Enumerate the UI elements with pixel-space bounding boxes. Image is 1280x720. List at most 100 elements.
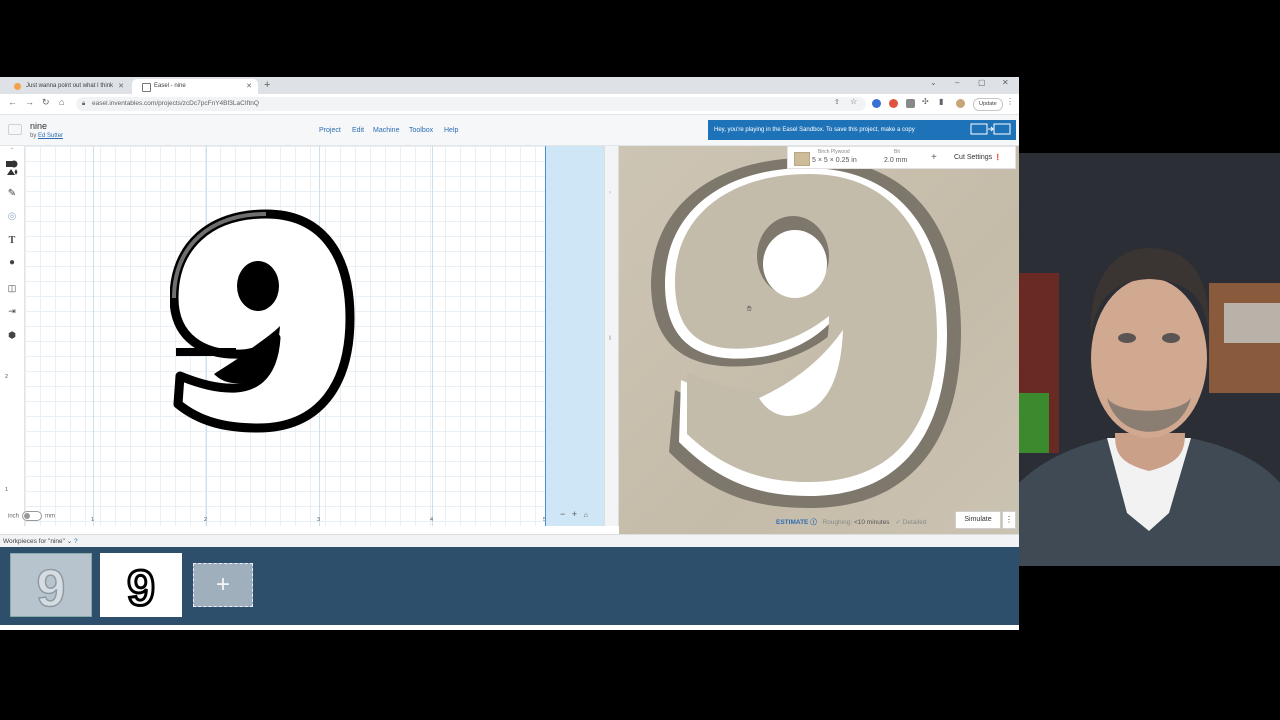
window-bottom-edge bbox=[0, 625, 1019, 630]
more-options-icon[interactable]: ⋮ bbox=[1002, 511, 1016, 529]
bit-label: Bit bbox=[894, 149, 900, 155]
ruler-x-label: 3 bbox=[317, 517, 321, 523]
address-bar[interactable]: 🔒︎ easel.inventables.com/projects/zcDc7p… bbox=[76, 97, 866, 111]
cut-settings-label: Cut Settings bbox=[954, 154, 993, 161]
extension-icon[interactable] bbox=[889, 99, 898, 108]
tab-label: Easel - nine bbox=[154, 83, 186, 89]
easel-logo-icon[interactable] bbox=[8, 124, 22, 135]
restore-icon[interactable]: ▢ bbox=[978, 78, 986, 87]
import-icon[interactable]: ⇥ bbox=[5, 306, 19, 317]
avatar[interactable] bbox=[956, 99, 965, 108]
collapse-icon[interactable]: ⌃ bbox=[5, 147, 19, 154]
home-icon[interactable]: ⌂ bbox=[59, 97, 64, 107]
roughing-time: <10 minutes bbox=[853, 519, 890, 526]
side-panel-icon[interactable]: ▮ bbox=[939, 97, 943, 106]
pane-splitter[interactable]: › ‖ bbox=[604, 146, 619, 526]
add-workpiece-button[interactable]: + bbox=[193, 563, 253, 607]
svg-text:9: 9 bbox=[127, 560, 155, 615]
cut-settings-button[interactable]: Cut Settings ❗ bbox=[954, 154, 1002, 161]
bookmark-star-icon[interactable]: ☆ bbox=[850, 97, 857, 106]
extension-icon[interactable] bbox=[872, 99, 881, 108]
new-tab-icon[interactable]: + bbox=[264, 79, 270, 91]
simulate-button[interactable]: Simulate bbox=[955, 511, 1001, 529]
tab-favicon-icon bbox=[14, 83, 21, 90]
zoom-fit-icon[interactable]: ⌂ bbox=[584, 512, 588, 519]
chevron-down-icon[interactable]: ⌄ bbox=[67, 538, 72, 545]
url-text: easel.inventables.com/projects/zcDc7pcFn… bbox=[92, 100, 259, 107]
material-swatch[interactable] bbox=[794, 152, 810, 166]
webcam-person-image bbox=[1019, 153, 1280, 566]
update-button[interactable]: Update bbox=[973, 98, 1003, 111]
roughing-label: Roughing: bbox=[822, 519, 853, 526]
close-tab-icon[interactable]: ✕ bbox=[246, 79, 252, 94]
text-icon[interactable]: T bbox=[5, 235, 19, 246]
thumbnail-nine-glyph: 9 bbox=[36, 559, 66, 619]
share-icon[interactable]: ⇪ bbox=[834, 98, 840, 106]
pen-icon[interactable]: ✎ bbox=[5, 188, 19, 199]
menu-toolbox[interactable]: Toolbox bbox=[409, 127, 433, 134]
browser-menu-icon[interactable]: ⋮ bbox=[1006, 97, 1014, 106]
cube-icon[interactable]: ⬢ bbox=[5, 330, 19, 341]
reload-icon[interactable]: ↻ bbox=[42, 97, 50, 108]
menu-machine[interactable]: Machine bbox=[373, 127, 399, 134]
forward-icon[interactable]: → bbox=[25, 97, 34, 107]
add-bit-icon[interactable]: + bbox=[931, 152, 937, 163]
close-window-icon[interactable]: ✕ bbox=[1002, 78, 1009, 87]
workpieces-label-text: Workpieces for "nine" bbox=[3, 538, 65, 545]
preview-nine-carved bbox=[651, 158, 961, 508]
ruler-y-label: 1 bbox=[5, 487, 9, 493]
minimize-icon[interactable]: – bbox=[955, 78, 959, 87]
zoom-in-icon[interactable]: + bbox=[572, 509, 577, 519]
copy-project-icon bbox=[970, 123, 1011, 135]
layers-icon[interactable]: ◫ bbox=[5, 283, 19, 294]
tab-favicon-icon bbox=[142, 83, 151, 92]
unit-toggle[interactable]: inch mm bbox=[8, 511, 55, 521]
splitter-arrow-icon: › bbox=[609, 190, 611, 196]
shapes-icon[interactable] bbox=[5, 160, 19, 179]
close-tab-icon[interactable]: ✕ bbox=[118, 79, 124, 94]
menu-edit[interactable]: Edit bbox=[352, 127, 364, 134]
material-size[interactable]: 5 × 5 × 0.25 in bbox=[812, 157, 857, 164]
app-header: nine by Ed Sutter Project Edit Machine T… bbox=[0, 115, 1019, 146]
design-toolbar: ⌃ ✎ ◎ T ● ◫ ⇥ ⬢ bbox=[0, 146, 25, 526]
svg-text:9: 9 bbox=[37, 560, 66, 616]
project-title[interactable]: nine bbox=[30, 121, 47, 131]
tab-youtube[interactable]: Just wanna point out what I think ✕ bbox=[4, 79, 130, 94]
extensions-puzzle-icon[interactable]: ✣ bbox=[922, 97, 929, 106]
check-icon: ✓ bbox=[895, 519, 901, 526]
cut-preview[interactable]: ✋︎ bbox=[619, 146, 1019, 534]
info-icon[interactable]: ⓘ bbox=[810, 519, 817, 526]
target-icon[interactable]: ◎ bbox=[5, 211, 19, 222]
splitter-grip-icon: ‖ bbox=[609, 336, 612, 342]
detailed-label: Detailed bbox=[902, 519, 927, 526]
tab-easel[interactable]: Easel - nine ✕ bbox=[132, 79, 258, 94]
apple-icon[interactable]: ● bbox=[5, 257, 19, 268]
grid-line bbox=[432, 146, 433, 526]
webcam-overlay bbox=[1019, 153, 1280, 566]
zoom-out-icon[interactable]: − bbox=[560, 509, 565, 519]
back-icon[interactable]: ← bbox=[8, 97, 17, 107]
unit-switch[interactable] bbox=[22, 511, 43, 521]
browser-toolbar: ← → ↻ ⌂ 🔒︎ easel.inventables.com/project… bbox=[0, 94, 1019, 115]
menu-project[interactable]: Project bbox=[319, 127, 341, 134]
zoom-controls: − + ⌂ bbox=[560, 509, 588, 519]
author-link[interactable]: Ed Sutter bbox=[38, 133, 63, 139]
estimate-label[interactable]: ESTIMATE bbox=[776, 519, 808, 526]
extension-icon[interactable] bbox=[906, 99, 915, 108]
menu-help[interactable]: Help bbox=[444, 127, 458, 134]
design-canvas[interactable]: 1 2 3 4 5 2 1 bbox=[5, 146, 546, 526]
material-name: Birch Plywood bbox=[818, 149, 850, 155]
grid-line bbox=[93, 146, 94, 526]
design-nine-glyph[interactable] bbox=[170, 208, 360, 434]
tab-search-icon[interactable]: ⌄ bbox=[930, 78, 937, 87]
workpiece-thumbnail-active[interactable]: 9 bbox=[100, 553, 182, 618]
workpieces-label[interactable]: Workpieces for "nine" ⌄ ? bbox=[3, 537, 78, 545]
tab-label: Just wanna point out what I think bbox=[26, 83, 114, 89]
material-settings-bar[interactable]: Birch Plywood 5 × 5 × 0.25 in Bit 2.0 mm… bbox=[787, 146, 1016, 169]
workpiece-thumbnail[interactable]: 9 bbox=[10, 553, 92, 619]
bit-value[interactable]: 2.0 mm bbox=[884, 157, 907, 164]
unit-mm-label: mm bbox=[45, 513, 56, 520]
sandbox-banner[interactable]: Hey, you're playing in the Easel Sandbox… bbox=[708, 120, 1016, 140]
author-prefix: by bbox=[30, 133, 37, 139]
help-icon[interactable]: ? bbox=[74, 538, 78, 545]
